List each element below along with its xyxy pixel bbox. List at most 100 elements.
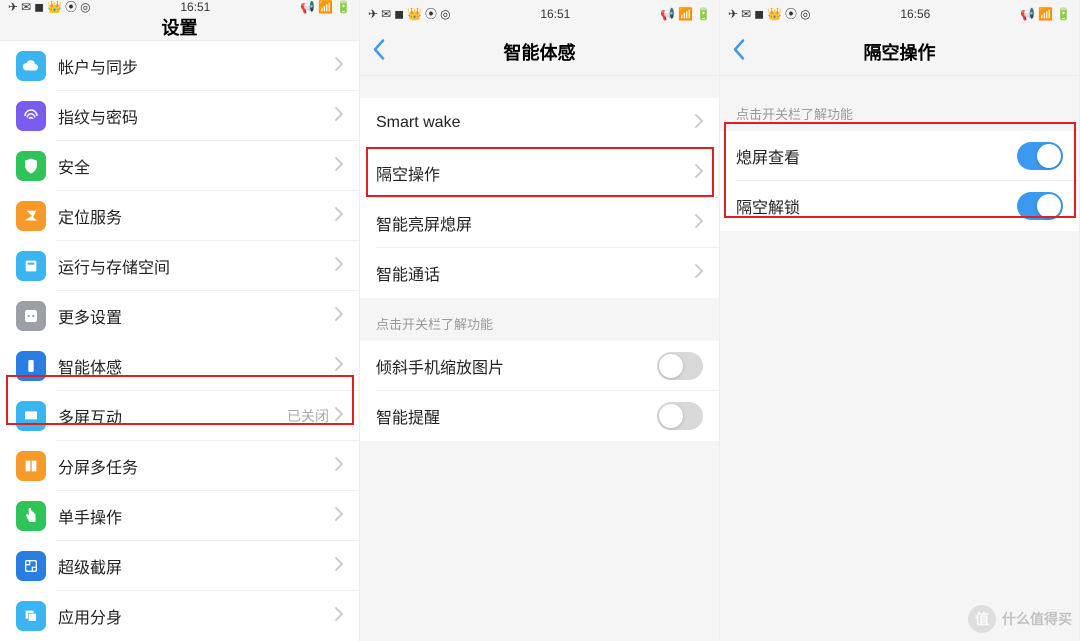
onehand-icon: [16, 501, 46, 531]
settings-row-storage[interactable]: 运行与存储空间: [0, 241, 359, 291]
mail-icon: ✉: [741, 8, 751, 20]
crown-icon: 👑: [407, 8, 422, 20]
air-gesture-row[interactable]: 隔空解锁: [720, 181, 1079, 231]
row-label: 应用分身: [58, 604, 335, 628]
chevron-right-icon: [335, 407, 343, 426]
clone-icon: [16, 601, 46, 631]
wifi-icon: 📶: [678, 8, 693, 20]
wifi-icon: 📶: [1038, 8, 1053, 20]
row-label: 单手操作: [58, 504, 335, 528]
settings-row-split[interactable]: 分屏多任务: [0, 441, 359, 491]
dot-icon: ⦿: [785, 8, 797, 20]
motion-toggle-row[interactable]: 智能提醒: [360, 391, 719, 441]
row-label: 运行与存储空间: [58, 254, 335, 278]
motion-row[interactable]: 智能通话: [360, 248, 719, 298]
storage-icon: [16, 251, 46, 281]
air-gesture-panel: ✈ ✉ ◼ 👑 ⦿ ◎ 16:56 📢 📶 🔋 隔空操作 点击开关栏了解功能 熄…: [720, 0, 1080, 641]
back-button[interactable]: [372, 38, 386, 65]
settings-row-cloud[interactable]: 帐户与同步: [0, 41, 359, 91]
chevron-right-icon: [335, 257, 343, 276]
dot-icon: ⦿: [65, 1, 77, 13]
mute-icon: 📢: [660, 8, 675, 20]
page-title: 隔空操作: [864, 39, 936, 65]
toggle-switch[interactable]: [1017, 192, 1063, 220]
cast-icon: [16, 401, 46, 431]
chevron-right-icon: [335, 207, 343, 226]
battery-icon: 🔋: [696, 8, 711, 20]
status-left: ✈ ✉ ◼ 👑 ⦿ ◎: [8, 1, 91, 13]
motion-toggle-row[interactable]: 倾斜手机缩放图片: [360, 341, 719, 391]
app-icon: ◼: [394, 8, 404, 20]
motion-row[interactable]: Smart wake: [360, 98, 719, 148]
shield-icon: [16, 151, 46, 181]
airplane-icon: ✈: [8, 1, 18, 13]
air-gesture-row[interactable]: 熄屏查看: [720, 131, 1079, 181]
settings-row-finger[interactable]: 指纹与密码: [0, 91, 359, 141]
settings-list-1: 帐户与同步指纹与密码安全定位服务运行与存储空间更多设置: [0, 41, 359, 341]
more-icon: [16, 301, 46, 331]
section-header: 点击开关栏了解功能: [720, 76, 1079, 131]
settings-row-more[interactable]: 更多设置: [0, 291, 359, 341]
crown-icon: 👑: [47, 1, 62, 13]
chevron-right-icon: [695, 264, 703, 283]
settings-row-onehand[interactable]: 单手操作: [0, 491, 359, 541]
toggle-switch[interactable]: [657, 402, 703, 430]
location-icon: [16, 201, 46, 231]
wifi-icon: 📶: [318, 1, 333, 13]
settings-row-motion[interactable]: 智能体感: [0, 341, 359, 391]
row-label: 倾斜手机缩放图片: [376, 354, 657, 378]
settings-row-shield[interactable]: 安全: [0, 141, 359, 191]
motion-row[interactable]: 隔空操作: [360, 148, 719, 198]
chevron-right-icon: [695, 164, 703, 183]
watermark: 值 什么值得买: [968, 605, 1072, 633]
status-bar: ✈ ✉ ◼ 👑 ⦿ ◎ 16:51 📢 📶 🔋: [360, 0, 719, 28]
airplane-icon: ✈: [368, 8, 378, 20]
chevron-right-icon: [335, 57, 343, 76]
row-label: 隔空操作: [376, 161, 695, 185]
mute-icon: 📢: [1020, 8, 1035, 20]
page-title: 设置: [162, 14, 198, 40]
motion-row[interactable]: 智能亮屏熄屏: [360, 198, 719, 248]
settings-row-screenshot[interactable]: 超级截屏: [0, 541, 359, 591]
chevron-right-icon: [335, 107, 343, 126]
target-icon: ◎: [440, 8, 450, 20]
row-label: 指纹与密码: [58, 104, 335, 128]
battery-icon: 🔋: [336, 1, 351, 13]
row-label: 安全: [58, 154, 335, 178]
split-icon: [16, 451, 46, 481]
status-right: 📢 📶 🔋: [300, 1, 351, 13]
air-gesture-list: 熄屏查看隔空解锁: [720, 131, 1079, 231]
nav-header: 设置: [0, 14, 359, 41]
settings-row-location[interactable]: 定位服务: [0, 191, 359, 241]
settings-row-cast[interactable]: 多屏互动已关闭: [0, 391, 359, 441]
status-time: 16:56: [900, 7, 930, 21]
motion-icon: [16, 351, 46, 381]
status-time: 16:51: [540, 7, 570, 21]
nav-header: 智能体感: [360, 28, 719, 76]
chevron-right-icon: [335, 457, 343, 476]
status-bar: ✈ ✉ ◼ 👑 ⦿ ◎ 16:51 📢 📶 🔋: [0, 0, 359, 14]
row-meta: 已关闭: [287, 406, 329, 426]
mail-icon: ✉: [381, 8, 391, 20]
row-label: 帐户与同步: [58, 54, 335, 78]
status-left: ✈ ✉ ◼ 👑 ⦿ ◎: [368, 8, 451, 20]
toggle-switch[interactable]: [1017, 142, 1063, 170]
row-label: 智能亮屏熄屏: [376, 211, 695, 235]
airplane-icon: ✈: [728, 8, 738, 20]
settings-panel: ✈ ✉ ◼ 👑 ⦿ ◎ 16:51 📢 📶 🔋 设置 帐户与同步指纹与密码安全定…: [0, 0, 360, 641]
status-time: 16:51: [180, 0, 210, 14]
status-left: ✈ ✉ ◼ 👑 ⦿ ◎: [728, 8, 811, 20]
row-label: 多屏互动: [58, 404, 287, 428]
crown-icon: 👑: [767, 8, 782, 20]
row-label: 超级截屏: [58, 554, 335, 578]
target-icon: ◎: [800, 8, 810, 20]
motion-list-2: 倾斜手机缩放图片智能提醒: [360, 341, 719, 441]
toggle-switch[interactable]: [657, 352, 703, 380]
status-right: 📢 📶 🔋: [660, 8, 711, 20]
cloud-icon: [16, 51, 46, 81]
back-button[interactable]: [732, 38, 746, 65]
chevron-right-icon: [335, 357, 343, 376]
chevron-right-icon: [335, 307, 343, 326]
settings-row-clone[interactable]: 应用分身: [0, 591, 359, 641]
mail-icon: ✉: [21, 1, 31, 13]
